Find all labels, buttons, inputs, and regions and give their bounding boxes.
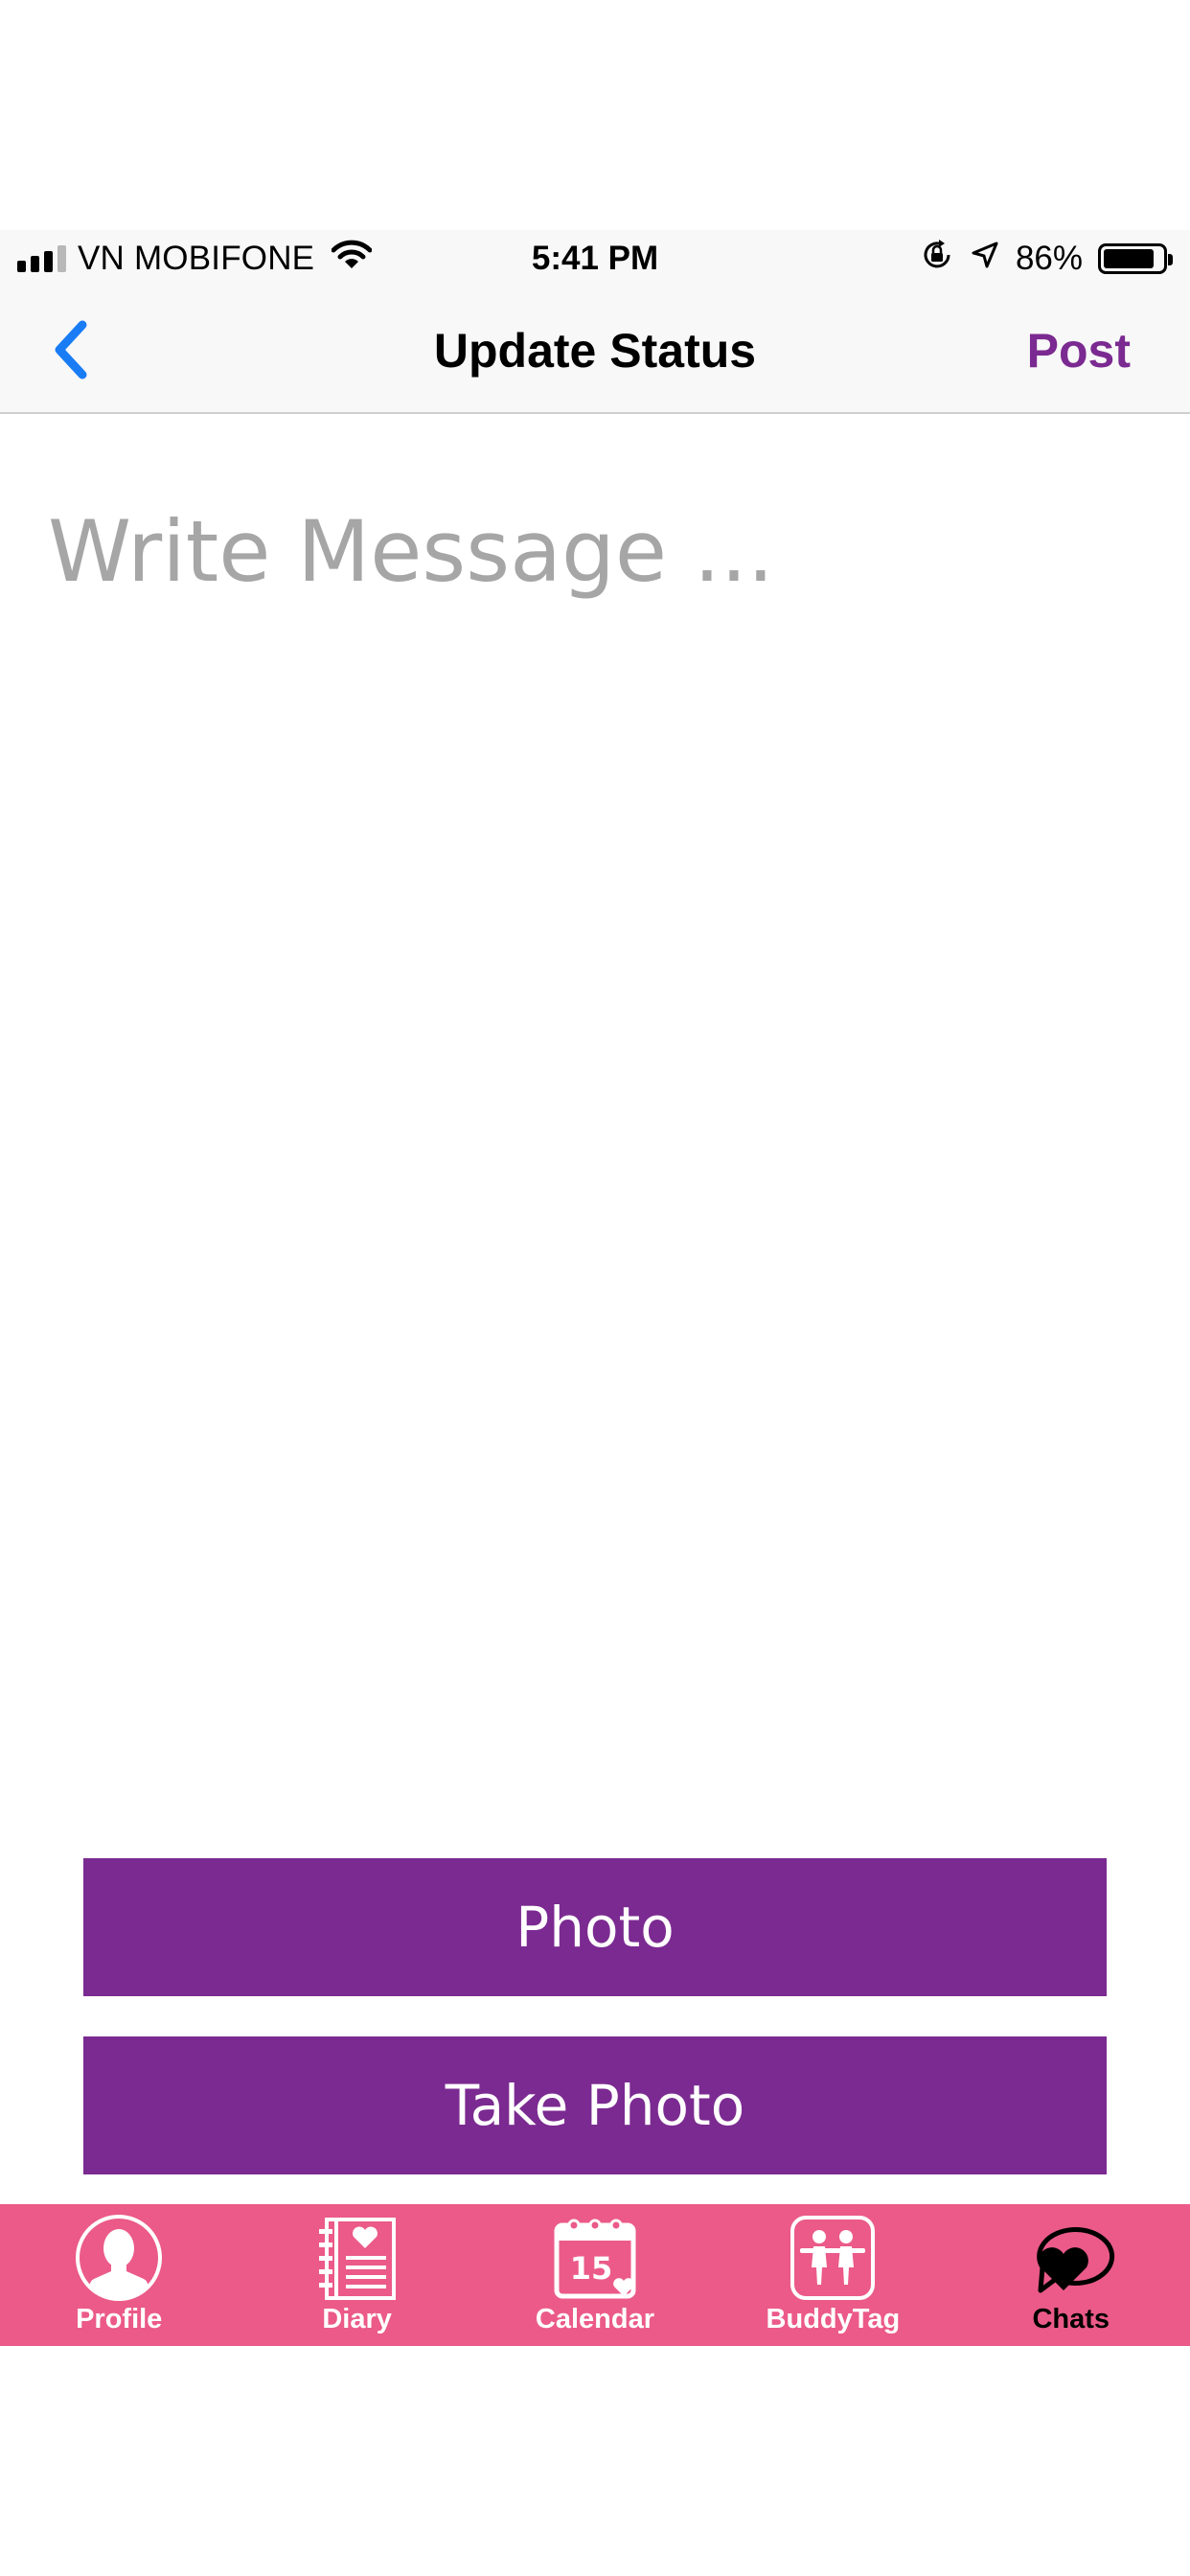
message-input[interactable] <box>48 502 1140 1748</box>
calendar-icon: 15 <box>551 2214 639 2302</box>
tab-label-profile: Profile <box>76 2304 163 2334</box>
page-title: Update Status <box>433 324 757 378</box>
take-photo-button-label: Take Photo <box>445 2073 745 2138</box>
take-photo-button[interactable]: Take Photo <box>83 2036 1107 2174</box>
tab-profile[interactable]: Profile <box>0 2204 238 2346</box>
photo-button[interactable]: Photo <box>83 1858 1107 1996</box>
tab-calendar[interactable]: 15 Calendar <box>476 2204 714 2346</box>
post-button[interactable]: Post <box>1027 288 1131 414</box>
buddytag-icon <box>789 2214 877 2302</box>
tab-chats[interactable]: Chats <box>952 2204 1190 2346</box>
status-right: 86% <box>920 230 1173 288</box>
battery-icon <box>1098 243 1173 274</box>
tab-label-chats: Chats <box>1032 2304 1110 2334</box>
tab-buddytag[interactable]: BuddyTag <box>714 2204 951 2346</box>
battery-fill <box>1104 249 1154 268</box>
orientation-lock-icon <box>920 238 954 281</box>
profile-icon <box>75 2214 163 2302</box>
chats-icon <box>1027 2214 1115 2302</box>
tab-bar: Profile Diary 15 Calendar BuddyTag Chats <box>0 2204 1190 2346</box>
location-arrow-icon <box>970 240 1000 279</box>
tab-label-buddytag: BuddyTag <box>766 2304 901 2334</box>
tab-diary[interactable]: Diary <box>238 2204 475 2346</box>
diary-icon <box>313 2214 401 2302</box>
status-bar: VN MOBIFONE 5:41 PM 86% <box>0 230 1190 288</box>
tab-label-diary: Diary <box>322 2304 392 2334</box>
photo-button-label: Photo <box>515 1895 675 1960</box>
message-area <box>0 416 1190 1853</box>
tab-label-calendar: Calendar <box>535 2304 655 2334</box>
navigation-bar: Update Status Post <box>0 288 1190 414</box>
battery-percent: 86% <box>1015 240 1083 277</box>
calendar-icon-text: 15 <box>570 2250 613 2287</box>
